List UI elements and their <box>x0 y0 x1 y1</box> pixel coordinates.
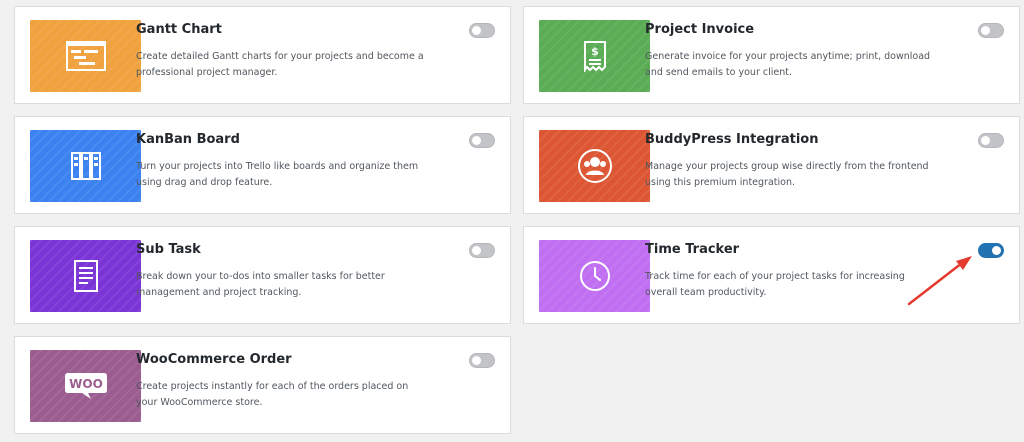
module-thumbnail <box>30 20 141 92</box>
group-users-icon <box>577 149 612 183</box>
module-thumbnail <box>30 240 141 312</box>
svg-text:WOO: WOO <box>69 377 103 391</box>
module-thumbnail: $ <box>539 20 650 92</box>
invoice-dollar-icon: $ <box>583 41 606 72</box>
module-description: Generate invoice for your projects anyti… <box>645 51 931 78</box>
module-toggle[interactable] <box>469 23 495 38</box>
module-description: Break down your to-dos into smaller task… <box>136 271 385 298</box>
kanban-columns-icon <box>70 152 101 180</box>
module-title: Sub Task <box>136 242 201 257</box>
module-description: Create projects instantly for each of th… <box>136 381 409 408</box>
clock-icon <box>579 261 610 291</box>
module-thumbnail: WOO <box>30 350 141 422</box>
module-title: Time Tracker <box>645 242 740 257</box>
module-toggle[interactable] <box>978 133 1004 148</box>
module-thumbnail <box>539 130 650 202</box>
module-title: Gantt Chart <box>136 22 222 37</box>
module-title: Project Invoice <box>645 22 755 37</box>
gantt-chart-icon <box>65 41 106 71</box>
module-card-kanban-board: KanBan Board Turn your projects into Tre… <box>14 116 511 214</box>
module-title: KanBan Board <box>136 132 240 147</box>
module-toggle[interactable] <box>469 353 495 368</box>
module-toggle[interactable] <box>978 23 1004 38</box>
module-toggle[interactable] <box>978 243 1004 258</box>
module-card-woocommerce-order: WOO WooCommerce Order Create projects in… <box>14 336 511 434</box>
module-title: BuddyPress Integration <box>645 132 819 147</box>
module-title: WooCommerce Order <box>136 352 292 367</box>
woo-logo-icon: WOO <box>64 373 107 399</box>
module-thumbnail <box>539 240 650 312</box>
module-card-time-tracker: Time Tracker Track time for each of your… <box>523 226 1020 324</box>
module-description: Manage your projects group wise directly… <box>645 161 929 188</box>
svg-text:$: $ <box>591 45 599 58</box>
module-description: Create detailed Gantt charts for your pr… <box>136 51 424 78</box>
module-toggle[interactable] <box>469 243 495 258</box>
module-description: Track time for each of your project task… <box>645 271 905 298</box>
document-list-icon <box>73 260 98 292</box>
module-thumbnail <box>30 130 141 202</box>
module-card-buddypress-integration: BuddyPress Integration Manage your proje… <box>523 116 1020 214</box>
module-card-gantt-chart: Gantt Chart Create detailed Gantt charts… <box>14 6 511 104</box>
module-card-sub-task: Sub Task Break down your to-dos into sma… <box>14 226 511 324</box>
module-description: Turn your projects into Trello like boar… <box>136 161 419 188</box>
module-card-project-invoice: $ Project Invoice Generate invoice for y… <box>523 6 1020 104</box>
module-toggle[interactable] <box>469 133 495 148</box>
